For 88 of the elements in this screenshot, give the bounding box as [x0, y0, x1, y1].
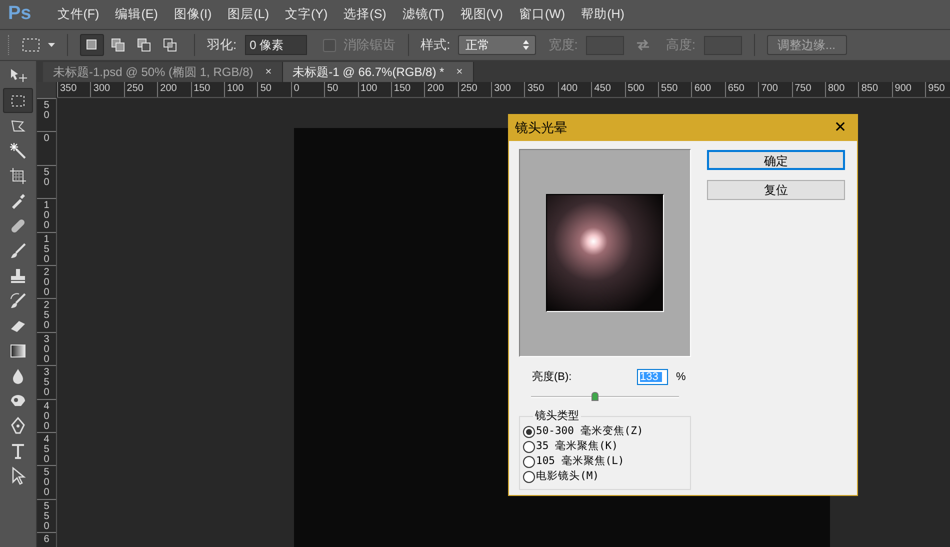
ruler-label: 0 [42, 134, 50, 144]
updown-icon [523, 40, 530, 50]
reset-button[interactable]: 复位 [707, 180, 845, 200]
radio-option[interactable]: 105 毫米聚焦(L) [523, 454, 687, 470]
group-label: 镜头类型 [533, 410, 581, 422]
style-dropdown[interactable]: 正常 [458, 35, 536, 55]
document-tab[interactable]: 未标题-1 @ 66.7%(RGB/8) * × [282, 62, 474, 82]
selection-mode-button[interactable] [80, 34, 104, 56]
ruler-label: 100 [42, 201, 50, 232]
history-icon [8, 290, 28, 310]
ruler-label: 450 [594, 83, 611, 94]
selection-mode-icon [162, 37, 178, 53]
ruler-label: 200 [160, 83, 177, 94]
ruler-label: 250 [42, 301, 50, 332]
menu-item[interactable]: 滤镜(T) [394, 5, 452, 24]
radio-option[interactable]: 35 毫米聚焦(K) [523, 440, 687, 454]
ruler-label: 50 [327, 83, 338, 94]
style-label: 样式: [420, 36, 450, 54]
menu-item[interactable]: 视图(V) [452, 5, 511, 24]
ruler-label: 300 [494, 83, 511, 94]
ruler-label: 350 [42, 368, 50, 398]
close-button[interactable]: ✕ [830, 116, 851, 140]
radio-option[interactable]: 电影镜头(M) [523, 470, 687, 484]
ruler-label: 400 [42, 402, 50, 432]
ok-button[interactable]: 确定 [707, 150, 845, 170]
ruler-label: 550 [661, 83, 678, 94]
ruler-label: 100 [360, 83, 378, 94]
ruler-label: 900 [894, 83, 912, 94]
caret-icon[interactable] [48, 43, 55, 47]
ruler-label: 150 [394, 83, 411, 94]
ruler-label: 650 [728, 83, 744, 94]
ruler-label: 50 [260, 83, 272, 94]
ruler-label: 100 [226, 83, 244, 94]
ruler-label: 550 [42, 502, 50, 532]
dialog-title: 镜头光晕 [515, 119, 567, 138]
menu-item[interactable]: 文字(Y) [276, 5, 336, 24]
menu-item[interactable]: 文件(F) [49, 5, 108, 24]
menu-item[interactable]: 窗口(W) [510, 5, 574, 24]
selection-mode-icon [136, 37, 152, 53]
selection-mode-icon [110, 37, 126, 53]
menu-item[interactable]: 图像(I) [166, 5, 220, 24]
height-field[interactable] [704, 36, 742, 54]
menu-item[interactable]: 图层(L) [220, 5, 277, 24]
marquee-icon[interactable] [22, 38, 40, 52]
crop-icon [8, 166, 28, 186]
pen-icon [8, 416, 28, 436]
ruler-label: 250 [126, 83, 144, 94]
document-tab[interactable]: 未标题-1.psd @ 50% (椭圆 1, RGB/8) × [43, 62, 283, 82]
percent-label: % [676, 370, 686, 385]
menu-item[interactable]: 帮助(H) [573, 5, 632, 24]
ruler-label: 850 [861, 83, 878, 94]
ruler-label: 500 [42, 468, 50, 498]
close-icon[interactable]: × [265, 64, 272, 80]
ruler-label: 300 [42, 334, 50, 365]
ruler-label: 0 [294, 83, 300, 94]
ruler-label: 600 [694, 83, 712, 94]
ruler-label: 950 [928, 83, 945, 94]
brightness-label: 亮度(B): [532, 370, 573, 385]
menu-item[interactable]: 选择(S) [336, 5, 394, 24]
ruler-label: 800 [828, 83, 845, 94]
marquee-tool-button[interactable] [3, 88, 33, 113]
ruler-label: 6 [42, 535, 50, 546]
ruler-label: 200 [427, 83, 444, 94]
feather-field[interactable]: 0 像素 [244, 35, 307, 55]
ruler-label: 700 [761, 83, 778, 94]
radio-option[interactable]: 50-300 毫米变焦(Z) [523, 424, 687, 440]
ruler-label: 200 [42, 268, 50, 298]
close-icon[interactable]: × [456, 64, 463, 80]
ruler-label: 750 [794, 83, 812, 94]
ruler-label: 150 [42, 234, 50, 265]
ruler-label: 150 [194, 83, 210, 94]
ruler-label: 450 [42, 434, 50, 465]
ruler-label: 50 [42, 168, 50, 188]
ruler-label: 50 [42, 101, 50, 121]
ruler-label: 250 [460, 83, 478, 94]
wand-icon [8, 140, 28, 160]
slider-thumb[interactable] [591, 392, 598, 400]
width-field[interactable] [586, 36, 624, 54]
brush-icon [8, 240, 28, 260]
ruler-label: 350 [60, 83, 77, 94]
ruler-label: 400 [560, 83, 578, 94]
ruler-label: 300 [93, 83, 110, 94]
feather-label: 羽化: [207, 36, 237, 54]
menu-item[interactable]: 编辑(E) [107, 5, 166, 24]
brightness-slider[interactable] [531, 392, 679, 402]
ruler-label: 500 [628, 83, 644, 94]
ruler-label: 350 [527, 83, 544, 94]
app-logo: Ps [7, 2, 32, 26]
